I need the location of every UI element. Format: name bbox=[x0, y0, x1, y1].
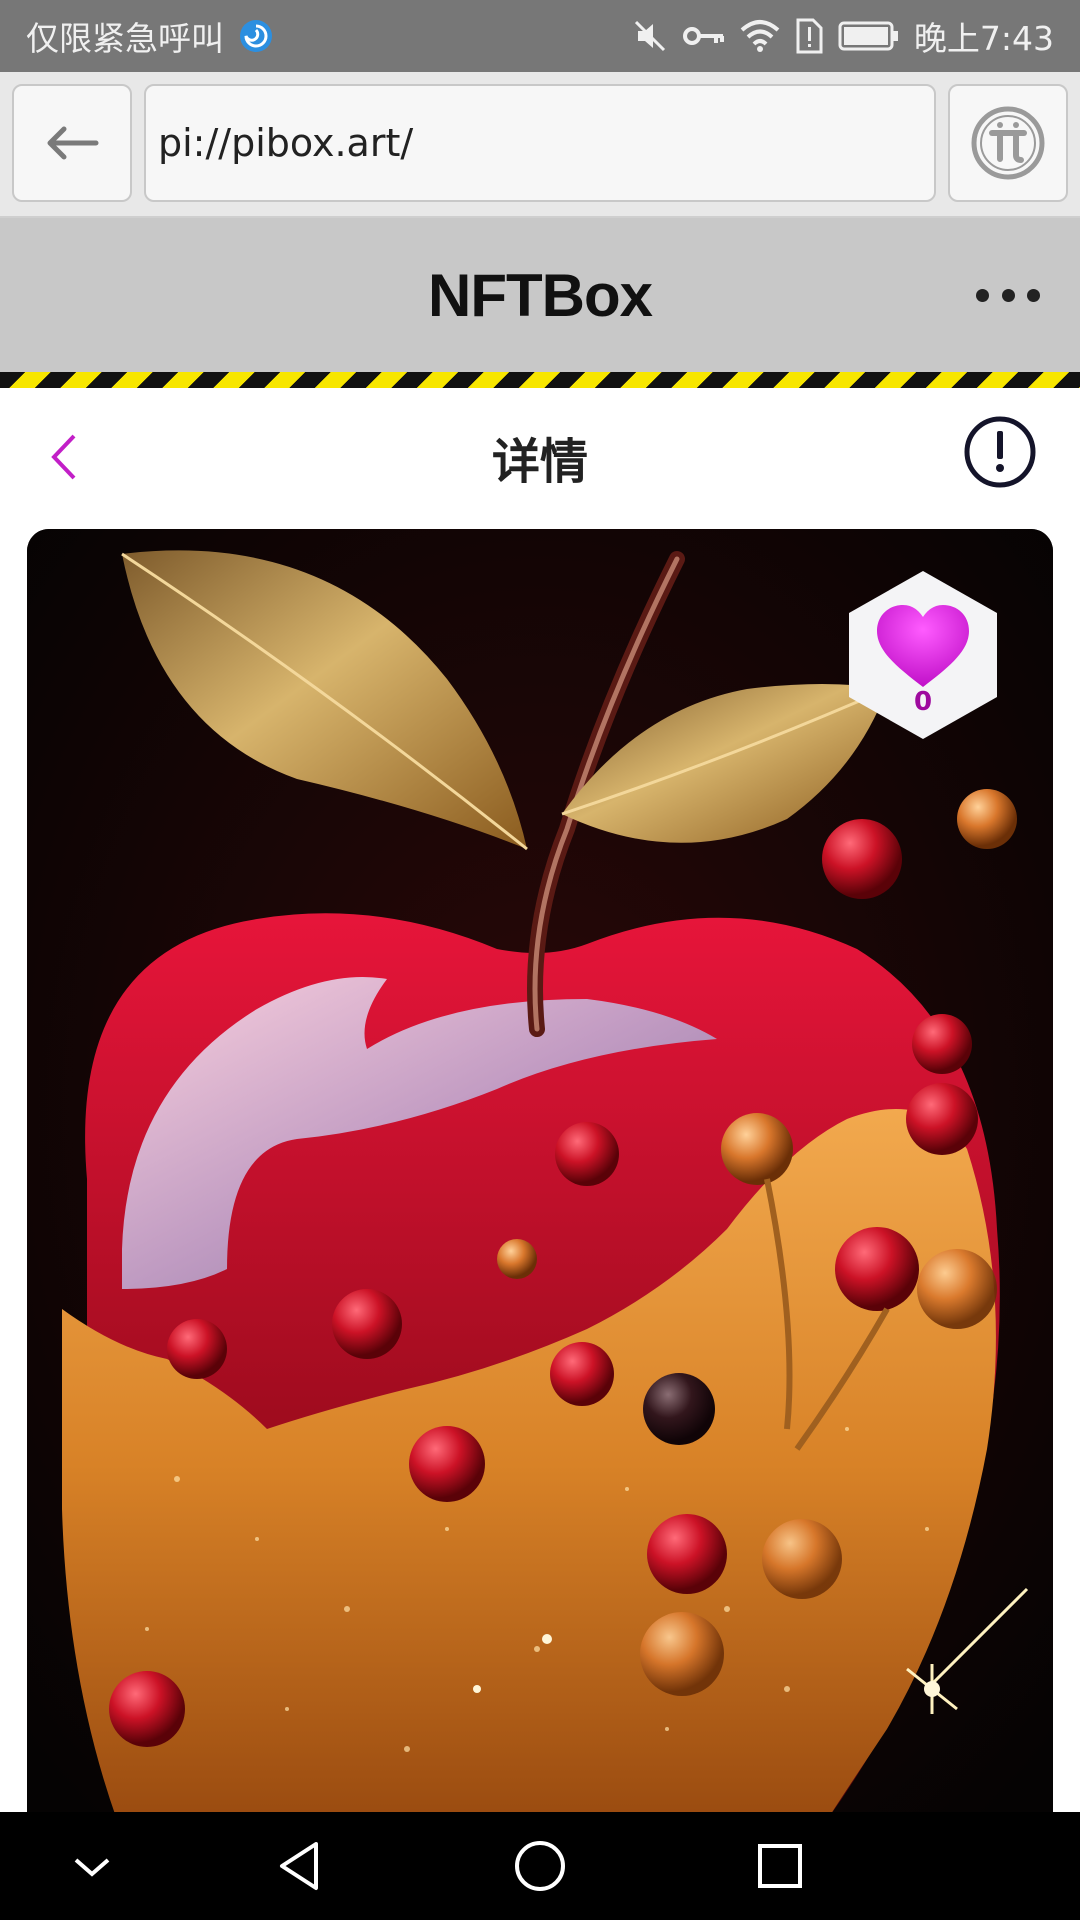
hazard-stripe bbox=[0, 372, 1080, 388]
status-bar: 仅限紧急呼叫 晚上7:43 bbox=[0, 0, 1080, 72]
browser-back-button[interactable] bbox=[12, 84, 132, 202]
status-time: 晚上7:43 bbox=[913, 19, 1054, 58]
more-menu-button[interactable] bbox=[976, 270, 1040, 320]
pi-logo-icon bbox=[971, 106, 1045, 180]
system-nav-bar bbox=[0, 1812, 1080, 1920]
like-badge[interactable]: 0 bbox=[837, 569, 1009, 741]
sim-alert-icon bbox=[794, 18, 824, 54]
like-count: 0 bbox=[913, 687, 933, 717]
app-title: NFTBox bbox=[428, 261, 653, 329]
key-icon bbox=[682, 18, 726, 54]
browser-toolbar: pi://pibox.art/ bbox=[0, 72, 1080, 218]
page-title: 详情 bbox=[491, 434, 588, 490]
carrier-text: 仅限紧急呼叫 bbox=[26, 19, 224, 58]
swirl-icon bbox=[238, 18, 274, 54]
more-dot-icon bbox=[1027, 288, 1040, 302]
wifi-icon bbox=[740, 18, 780, 54]
more-dot-icon bbox=[976, 288, 989, 302]
chevron-down-icon[interactable] bbox=[62, 1836, 122, 1896]
page-header: 详情 bbox=[0, 388, 1080, 520]
battery-icon bbox=[838, 20, 900, 52]
back-triangle-icon[interactable] bbox=[270, 1836, 330, 1896]
url-field[interactable]: pi://pibox.art/ bbox=[144, 84, 936, 202]
home-circle-icon[interactable] bbox=[510, 1836, 570, 1896]
pi-wallet-button[interactable] bbox=[948, 84, 1068, 202]
report-icon[interactable] bbox=[962, 414, 1038, 490]
more-dot-icon bbox=[1001, 288, 1015, 302]
app-header: NFTBox bbox=[0, 218, 1080, 372]
url-text: pi://pibox.art/ bbox=[158, 121, 414, 165]
nft-artwork[interactable]: 0 bbox=[27, 529, 1053, 1820]
recents-square-icon[interactable] bbox=[750, 1836, 810, 1896]
arrow-left-icon bbox=[47, 126, 99, 160]
mute-icon bbox=[632, 18, 668, 54]
